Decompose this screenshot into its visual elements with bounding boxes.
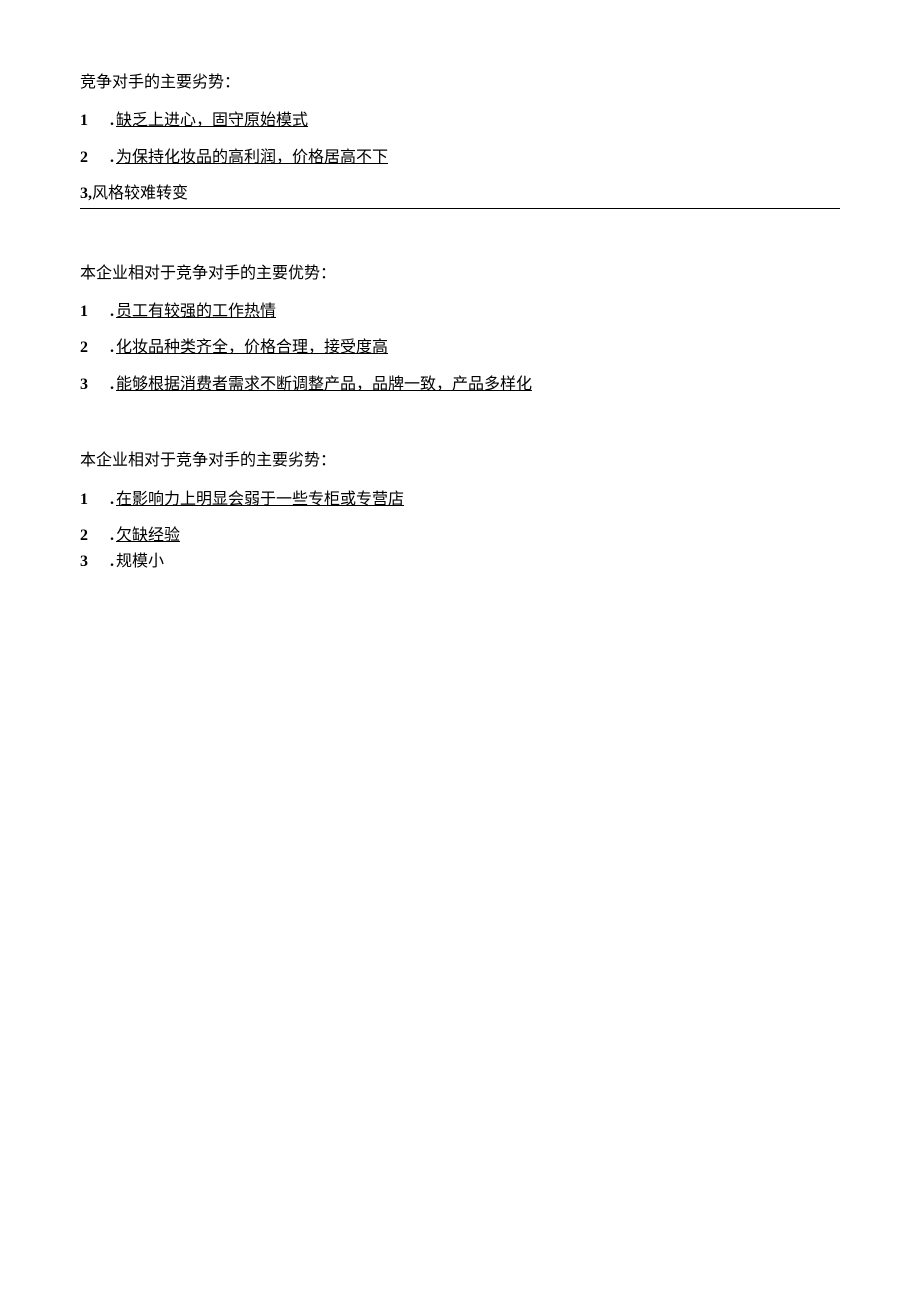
item-number: 1: [80, 301, 110, 323]
item-number: 3: [80, 374, 110, 396]
item-content: .化妆品种类齐全，价格合理，接受度高: [110, 337, 388, 359]
list-item: 2 .化妆品种类齐全，价格合理，接受度高: [80, 337, 840, 359]
section-heading: 本企业相对于竞争对手的主要劣势：: [80, 450, 840, 472]
list-item: 2 .欠缺经验: [80, 525, 840, 547]
list-item-full-underline: 3,风格较难转变: [80, 183, 840, 208]
item-text: 缺乏上进心，固守原始模式: [116, 112, 308, 129]
item-content: .规模小: [110, 551, 164, 573]
item-content: .能够根据消费者需求不断调整产品，品牌一致，产品多样化: [110, 374, 532, 396]
item-content: .在影响力上明显会弱于一些专柜或专营店: [110, 489, 404, 511]
item-text: 员工有较强的工作热情: [116, 303, 276, 320]
item-text: 在影响力上明显会弱于一些专柜或专营店: [116, 491, 404, 508]
item-content: .缺乏上进心，固守原始模式: [110, 110, 308, 132]
item-number: 3: [80, 551, 110, 573]
item-dot: .: [110, 339, 114, 356]
item-dot: .: [110, 112, 114, 129]
list-item: 2 .为保持化妆品的高利润，价格居高不下: [80, 147, 840, 169]
section-our-weaknesses: 本企业相对于竞争对手的主要劣势： 1 .在影响力上明显会弱于一些专柜或专营店 2…: [80, 450, 840, 574]
item-dot: .: [110, 376, 114, 393]
item-number: 2: [80, 147, 110, 169]
item-text: 化妆品种类齐全，价格合理，接受度高: [116, 339, 388, 356]
item-text: 为保持化妆品的高利润，价格居高不下: [116, 149, 388, 166]
item-content: .为保持化妆品的高利润，价格居高不下: [110, 147, 388, 169]
item-dot: .: [110, 149, 114, 166]
section-our-advantages: 本企业相对于竞争对手的主要优势： 1 .员工有较强的工作热情 2 .化妆品种类齐…: [80, 263, 840, 397]
item-number: 2: [80, 337, 110, 359]
item-text: 欠缺经验: [116, 527, 180, 544]
item-text: 规模小: [116, 553, 164, 570]
item-dot: .: [110, 553, 114, 570]
item-number: 3,: [80, 183, 92, 205]
item-dot: .: [110, 527, 114, 544]
section-heading: 竞争对手的主要劣势：: [80, 72, 840, 94]
document-content: 竞争对手的主要劣势： 1 .缺乏上进心，固守原始模式 2 .为保持化妆品的高利润…: [80, 72, 840, 574]
item-number: 1: [80, 489, 110, 511]
section-competitor-weaknesses: 竞争对手的主要劣势： 1 .缺乏上进心，固守原始模式 2 .为保持化妆品的高利润…: [80, 72, 840, 209]
item-number: 1: [80, 110, 110, 132]
item-content: .员工有较强的工作热情: [110, 301, 276, 323]
list-item: 1 .在影响力上明显会弱于一些专柜或专营店: [80, 489, 840, 511]
list-item: 3 .能够根据消费者需求不断调整产品，品牌一致，产品多样化: [80, 374, 840, 396]
list-item: 1 .缺乏上进心，固守原始模式: [80, 110, 840, 132]
section-heading: 本企业相对于竞争对手的主要优势：: [80, 263, 840, 285]
item-text: 风格较难转变: [92, 183, 188, 205]
item-dot: .: [110, 303, 114, 320]
list-item: 3 .规模小: [80, 551, 840, 573]
item-number: 2: [80, 525, 110, 547]
item-text: 能够根据消费者需求不断调整产品，品牌一致，产品多样化: [116, 376, 532, 393]
item-dot: .: [110, 491, 114, 508]
item-content: .欠缺经验: [110, 525, 180, 547]
list-item: 1 .员工有较强的工作热情: [80, 301, 840, 323]
